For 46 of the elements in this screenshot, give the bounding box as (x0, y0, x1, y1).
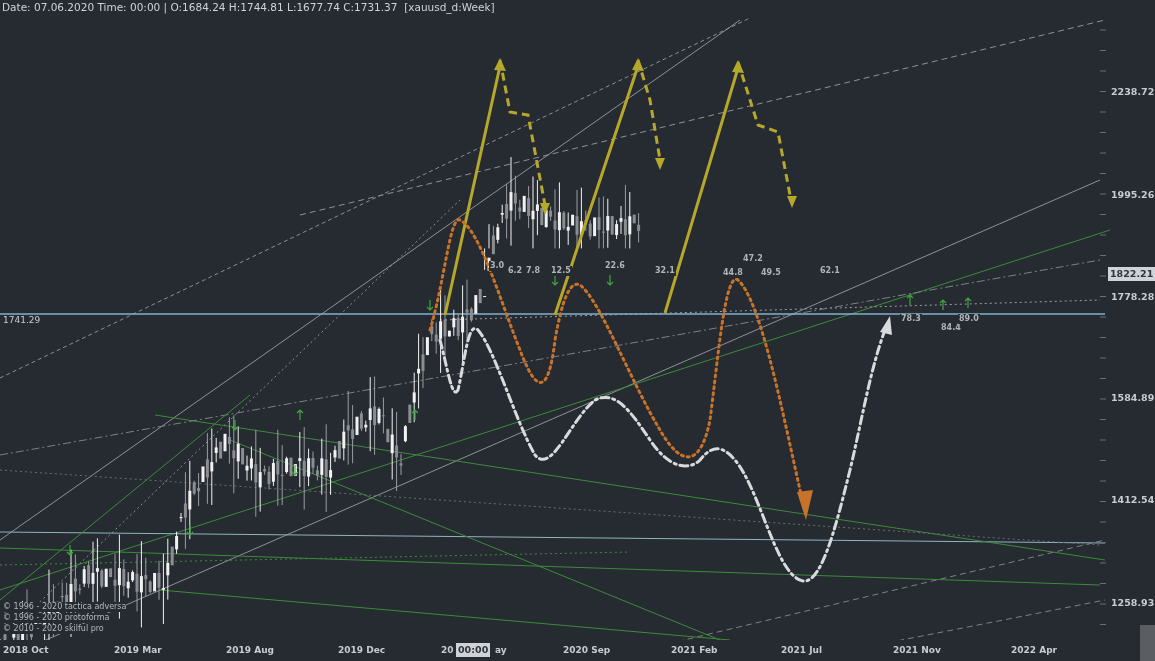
price-axis-label: 1584.89 (1110, 392, 1155, 404)
time-axis-label: 2021 Nov (892, 645, 942, 656)
time-axis-label: 2021 Jul (780, 645, 824, 656)
price-axis-label: 2238.72 (1110, 86, 1155, 98)
level-label: 89.0 (958, 314, 980, 324)
thumbnail-placeholder (1140, 625, 1155, 661)
cursor-time-tag: 00:00 (456, 643, 491, 657)
level-label: 7.8 (525, 266, 542, 276)
level-label: 12.5 (550, 266, 572, 276)
level-label: 22.6 (604, 261, 626, 271)
level-label: 78.3 (900, 314, 922, 324)
time-axis-label: 2019 Dec (337, 645, 387, 656)
signal-arrow-icon (551, 274, 559, 286)
level-label: 49.5 (760, 268, 782, 278)
signal-arrow-icon (606, 274, 614, 286)
level-label: 47.2 (742, 254, 764, 264)
ohlc-header: Date: 07.06.2020 Time: 00:00 | O:1684.24 H:1744.81 L:1677.74 C:1731.37 [xauusd_d:Week] (2, 1, 495, 13)
price-line-label: 1741.29 (2, 315, 42, 326)
level-label: 44.8 (722, 268, 744, 278)
level-label: 6.2 (507, 266, 524, 276)
signal-arrow-icon (411, 409, 419, 421)
signal-arrow-icon (231, 419, 239, 431)
signal-arrow-icon (906, 294, 914, 306)
level-label: 32.1 (654, 266, 676, 276)
signal-arrow-icon (939, 299, 947, 311)
level-label: 62.1 (819, 266, 841, 276)
time-axis-label: 2018 Oct (2, 645, 50, 656)
signal-arrow-icon (66, 544, 74, 556)
signal-arrow-icon (186, 524, 194, 536)
time-axis-label: 2019 Mar (113, 645, 163, 656)
time-axis-label: 2019 Aug (225, 645, 275, 656)
current-price-tag: 1822.21 (1108, 267, 1155, 281)
signal-arrow-icon (296, 409, 304, 421)
time-axis-label: 2020 Sep (562, 645, 612, 656)
price-axis-label: 1412.54 (1110, 494, 1155, 506)
time-axis-label: 2021 Feb (670, 645, 719, 656)
time-axis-label: ay (494, 645, 508, 656)
time-axis-label: 20 (440, 645, 455, 656)
time-axis-label: 2022 Apr (1010, 645, 1059, 656)
level-label: 84.4 (940, 323, 962, 333)
signal-arrow-icon (426, 299, 434, 311)
price-axis-label: 1778.28 (1110, 291, 1155, 303)
price-axis-label: 1258.93 (1110, 597, 1155, 609)
signal-arrow-icon (964, 297, 972, 309)
level-label: 3.0 (489, 261, 506, 271)
price-axis-label: 1995.26 (1110, 189, 1155, 201)
